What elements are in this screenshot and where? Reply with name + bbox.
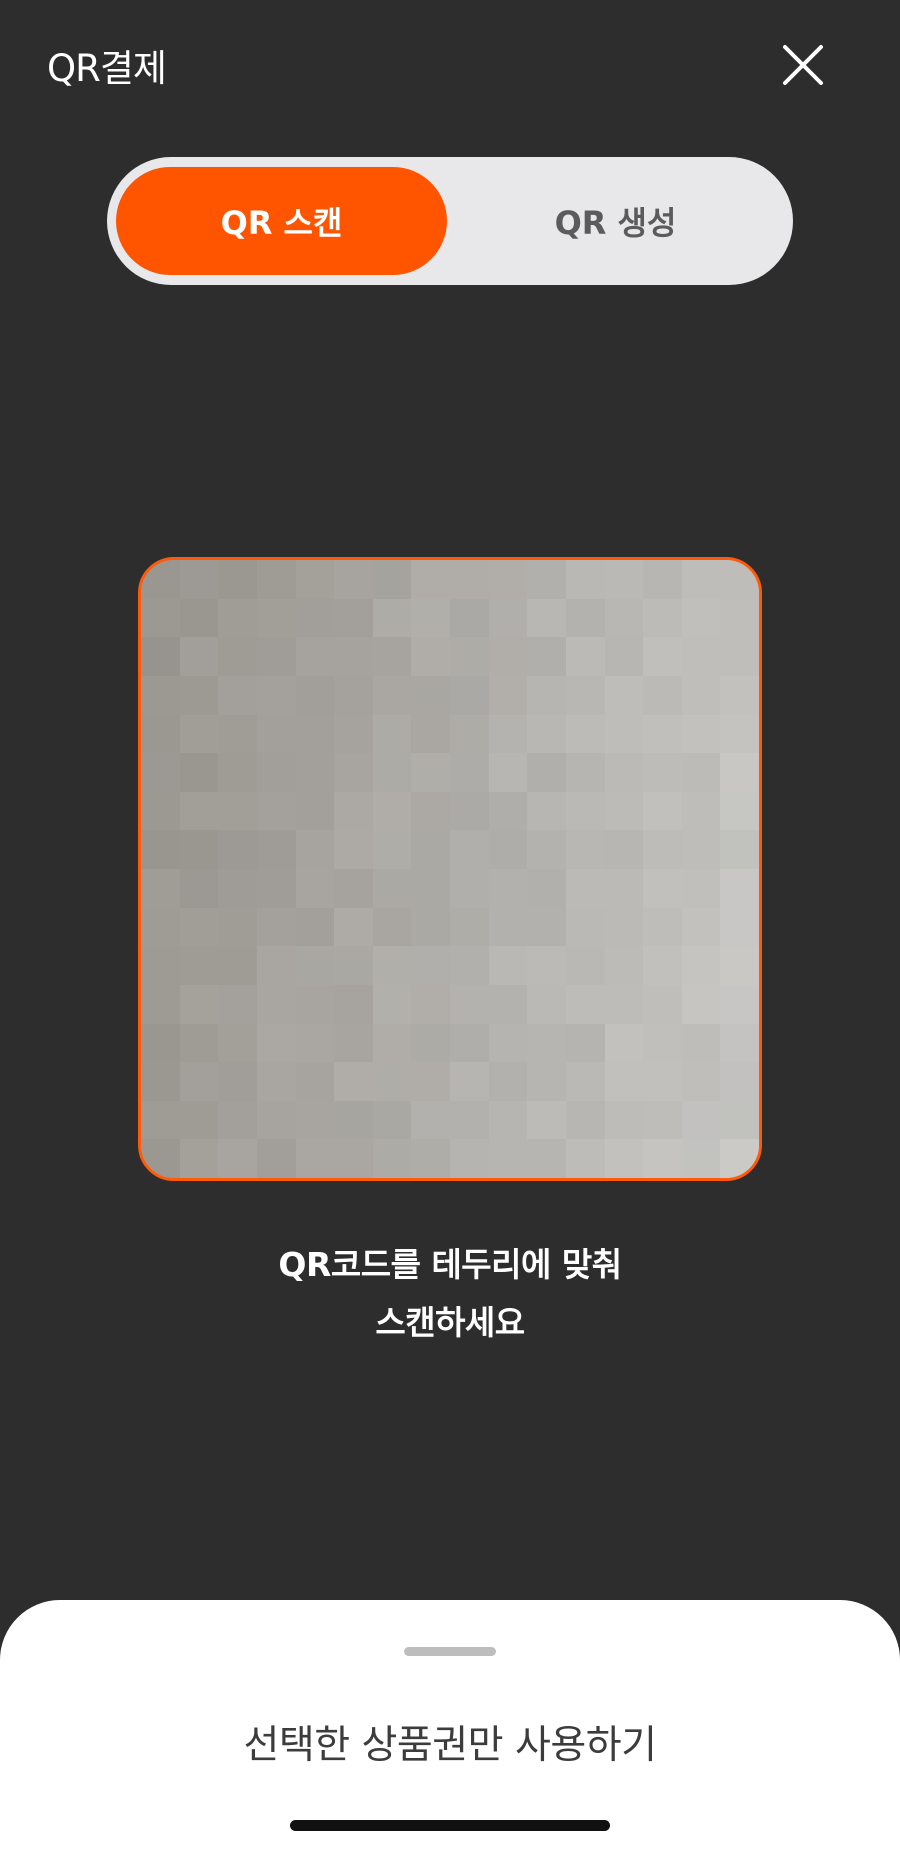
close-icon bbox=[783, 45, 823, 85]
scan-instruction: QR코드를 테두리에 맞춰 스캔하세요 bbox=[0, 1236, 900, 1352]
close-button[interactable] bbox=[778, 40, 828, 90]
instruction-line-1: QR코드를 테두리에 맞춰 bbox=[278, 1245, 622, 1284]
page-title: QR결제 bbox=[47, 47, 167, 90]
tab-qr-generate[interactable]: QR 생성 bbox=[447, 167, 784, 275]
tab-qr-scan[interactable]: QR 스캔 bbox=[116, 167, 447, 275]
qr-payment-screen: QR결제 QR 스캔 QR 생성 QR코드를 테두리에 맞춰 스캔하세요 선택한… bbox=[0, 0, 900, 1849]
instruction-line-2: 스캔하세요 bbox=[375, 1303, 525, 1342]
use-selected-vouchers-option[interactable]: 선택한 상품권만 사용하기 bbox=[0, 1714, 900, 1770]
home-indicator bbox=[290, 1820, 610, 1831]
sheet-drag-handle[interactable] bbox=[404, 1647, 496, 1656]
scan-mode-toggle: QR 스캔 QR 생성 bbox=[107, 157, 793, 285]
camera-preview bbox=[141, 560, 759, 1178]
camera-scan-frame bbox=[138, 557, 762, 1181]
bottom-sheet: 선택한 상품권만 사용하기 bbox=[0, 1600, 900, 1849]
